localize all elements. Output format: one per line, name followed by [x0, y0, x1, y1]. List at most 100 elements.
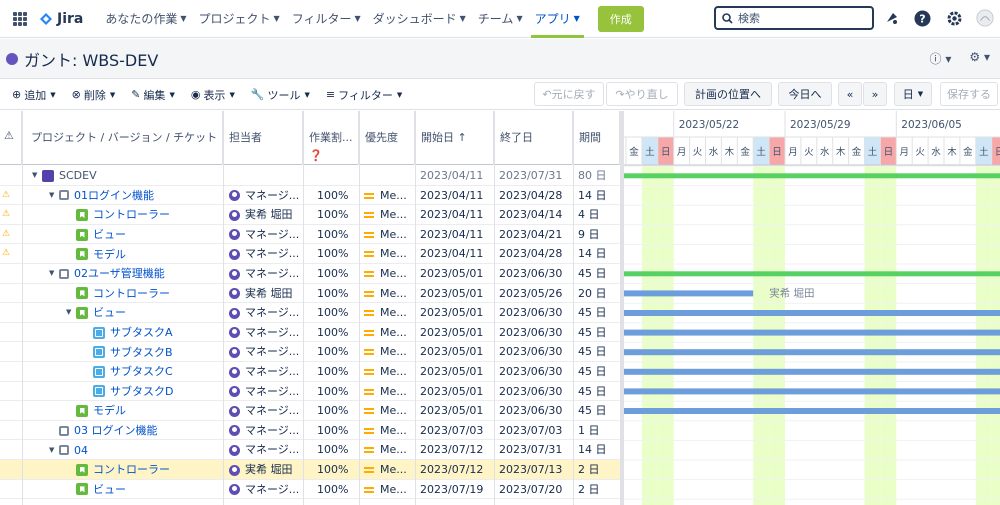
task-name[interactable]: ビュー [93, 480, 126, 499]
undo-button[interactable]: ↶ 元に戻す [534, 82, 604, 106]
tree-node[interactable]: ▼ SCDEV [32, 166, 222, 186]
task-name[interactable]: サブタスクC [110, 362, 173, 381]
table-row[interactable]: 03 ログイン機能 マネージ... 100% Me... 2023/07/03 2023/… [0, 421, 620, 441]
assignee-cell[interactable]: マネージ... [229, 421, 303, 441]
end-date-cell[interactable]: 2023/06/30 [499, 401, 573, 421]
column-header-duration[interactable]: 期間 [573, 111, 620, 165]
nav-item-2[interactable]: フィルター ▼ [286, 0, 367, 38]
nav-item-3[interactable]: ダッシュボード ▼ [367, 0, 472, 38]
expand-toggle-icon[interactable]: ▼ [49, 441, 59, 460]
tree-node[interactable]: モデル [66, 401, 222, 421]
task-name[interactable]: コントローラー [93, 460, 170, 479]
nav-item-1[interactable]: プロジェクト ▼ [193, 0, 286, 38]
column-header-priority[interactable]: 優先度 [359, 111, 415, 165]
task-name[interactable]: コントローラー [93, 205, 170, 224]
assignee-cell[interactable]: マネージ... [229, 440, 303, 460]
jira-logo[interactable]: Jira [39, 11, 83, 27]
start-date-cell[interactable]: 2023/05/01 [420, 401, 494, 421]
today-button[interactable]: 今日へ [778, 82, 832, 106]
start-date-cell[interactable]: 2023/05/01 [420, 342, 494, 362]
filter-button[interactable]: ≡ フィルター ▼ [318, 87, 410, 103]
end-date-cell[interactable]: 2023/06/30 [499, 362, 573, 382]
end-date-cell[interactable]: 2023/04/28 [499, 186, 573, 206]
start-date-cell[interactable]: 2023/04/11 [420, 244, 494, 264]
assignee-cell[interactable]: 実希 堀田 [229, 284, 303, 304]
settings-icon[interactable] [945, 9, 963, 27]
app-switcher-icon[interactable] [13, 11, 27, 26]
tree-node[interactable]: サブタスクC [83, 362, 222, 382]
task-name[interactable]: サブタスクA [110, 323, 173, 342]
table-row[interactable]: ▼ 02ユーザ管理機能 マネージ... 100% Me... 2023/05/01 2023… [0, 264, 620, 284]
table-row[interactable]: サブタスクC マネージ... 100% Me... 2023/05/01 2023/06/… [0, 362, 620, 382]
end-date-cell[interactable]: 2023/07/31 [499, 440, 573, 460]
user-avatar[interactable] [976, 9, 994, 27]
expand-toggle-icon[interactable]: ▼ [32, 166, 42, 185]
table-row[interactable]: ⚠ ▼ 01ログイン機能 マネージ... 100% Me... 2023/04/11 2023… [0, 186, 620, 206]
scale-select[interactable]: 日 ▼ [894, 82, 932, 106]
tree-node[interactable]: ▼ ビュー [66, 303, 222, 323]
start-date-cell[interactable]: 2023/05/01 [420, 303, 494, 323]
start-date-cell[interactable]: 2023/04/11 [420, 225, 494, 245]
tree-node[interactable]: サブタスクB [83, 342, 222, 362]
tree-node[interactable]: ▼ 01ログイン機能 [49, 186, 222, 206]
expand-toggle-icon[interactable]: ▼ [66, 303, 76, 322]
task-name[interactable]: 01ログイン機能 [74, 186, 154, 205]
nav-item-4[interactable]: チーム ▼ [472, 0, 529, 38]
task-name[interactable]: コントローラー [93, 284, 170, 303]
task-name[interactable]: サブタスクB [110, 343, 173, 362]
tree-node[interactable]: サブタスクD [83, 382, 222, 402]
help-menu-icon[interactable]: ⓘ ▾ [930, 50, 952, 67]
task-name[interactable]: モデル [93, 401, 126, 420]
table-row[interactable]: ▼ 04 マネージ... 100% Me... 2023/07/12 2023/07/31 1… [0, 440, 620, 460]
table-row[interactable]: ▼ SCDEV 2023/04/11 2023/07/31 80 日 [0, 166, 620, 186]
table-row[interactable]: モデル マネージ... 100% Me... 2023/05/01 2023/06/30 4… [0, 401, 620, 421]
end-date-cell[interactable]: 2023/07/31 [499, 166, 573, 186]
table-row[interactable]: コントローラー 実希 堀田 100% Me... 2023/05/01 2023/05/2… [0, 284, 620, 304]
task-name[interactable]: 02ユーザ管理機能 [74, 264, 165, 283]
task-name[interactable]: 04 [74, 441, 88, 460]
tree-node[interactable]: サブタスクA [83, 323, 222, 343]
plan-position-button[interactable]: 計画の位置へ [684, 82, 772, 106]
assignee-cell[interactable]: マネージ... [229, 401, 303, 421]
assignee-cell[interactable]: マネージ... [229, 362, 303, 382]
start-date-cell[interactable]: 2023/07/12 [420, 440, 494, 460]
expand-toggle-icon[interactable]: ▼ [49, 264, 59, 283]
end-date-cell[interactable]: 2023/04/14 [499, 205, 573, 225]
start-date-cell[interactable]: 2023/04/11 [420, 166, 494, 186]
end-date-cell[interactable]: 2023/04/28 [499, 244, 573, 264]
end-date-cell[interactable]: 2023/07/13 [499, 460, 573, 480]
table-row[interactable]: ⚠ コントローラー 実希 堀田 100% Me... 2023/04/11 2023/04/… [0, 205, 620, 225]
end-date-cell[interactable]: 2023/05/26 [499, 284, 573, 304]
start-date-cell[interactable]: 2023/07/19 [420, 480, 494, 500]
column-header-assignee[interactable]: 担当者 [223, 111, 303, 165]
tree-node[interactable]: 03 ログイン機能 [49, 421, 222, 441]
start-date-cell[interactable]: 2023/07/12 [420, 460, 494, 480]
settings-menu-icon[interactable]: ⚙ ▾ [969, 50, 990, 67]
assignee-cell[interactable]: マネージ... [229, 382, 303, 402]
tree-node[interactable]: ビュー [66, 480, 222, 500]
task-name[interactable]: サブタスクD [110, 382, 173, 401]
end-date-cell[interactable]: 2023/06/30 [499, 323, 573, 343]
table-row[interactable]: ▼ ビュー マネージ... 100% Me... 2023/05/01 2023/06/30… [0, 303, 620, 323]
task-name[interactable]: 03 ログイン機能 [74, 421, 158, 440]
start-date-cell[interactable]: 2023/05/01 [420, 362, 494, 382]
prev-button[interactable]: « [838, 82, 862, 106]
assignee-cell[interactable]: マネージ... [229, 480, 303, 500]
assignee-cell[interactable]: 実希 堀田 [229, 205, 303, 225]
end-date-cell[interactable]: 2023/07/03 [499, 421, 573, 441]
end-date-cell[interactable]: 2023/04/21 [499, 225, 573, 245]
table-row[interactable]: ⚠ ビュー マネージ... 100% Me... 2023/04/11 2023/04/21… [0, 225, 620, 245]
next-button[interactable]: » [863, 82, 887, 106]
notifications-icon[interactable] [883, 9, 901, 27]
assignee-cell[interactable]: 実希 堀田 [229, 460, 303, 480]
table-row[interactable]: ⚠ モデル マネージ... 100% Me... 2023/04/11 2023/04/28… [0, 244, 620, 264]
tools-button[interactable]: 🔧 ツール ▼ [243, 87, 318, 103]
search-input[interactable]: 検索 [714, 6, 874, 30]
tree-node[interactable]: コントローラー [66, 284, 222, 304]
table-row[interactable]: サブタスクD マネージ... 100% Me... 2023/05/01 2023/06/… [0, 382, 620, 402]
tree-node[interactable]: ▼ 04 [49, 440, 222, 460]
column-header-allocation[interactable]: 作業割... ❓ [303, 111, 359, 165]
task-name[interactable]: ビュー [93, 303, 126, 322]
expand-toggle-icon[interactable]: ▼ [49, 186, 59, 205]
task-name[interactable]: モデル [93, 245, 126, 264]
